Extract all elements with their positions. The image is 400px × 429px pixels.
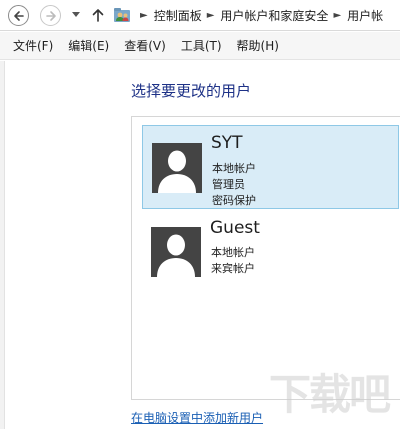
password-status: 密码保护 — [212, 194, 256, 207]
avatar — [151, 227, 201, 277]
menu-tools[interactable]: 工具(T) — [181, 37, 222, 54]
menu-help[interactable]: 帮助(H) — [237, 37, 279, 54]
breadcrumb-separator-icon[interactable]: ► — [140, 10, 148, 21]
breadcrumb-separator-icon[interactable]: ► — [207, 10, 215, 21]
arrow-right-icon — [45, 10, 56, 21]
menu-edit[interactable]: 编辑(E) — [68, 37, 109, 54]
breadcrumb-control-panel[interactable]: 控制面板 — [154, 7, 202, 24]
user-card-guest[interactable]: Guest 本地帐户 来宾帐户 — [142, 218, 399, 302]
page-title: 选择要更改的用户 — [131, 82, 252, 100]
address-bar: ► 控制面板 ► 用户帐户和家庭安全 ► 用户帐 — [0, 0, 400, 31]
breadcrumb-separator-icon[interactable]: ► — [333, 10, 341, 21]
chevron-down-icon — [72, 12, 80, 17]
user-name: Guest — [210, 218, 260, 238]
avatar — [152, 143, 202, 193]
breadcrumb-user-accounts[interactable]: 用户帐 — [347, 7, 383, 24]
arrow-up-icon — [92, 9, 104, 22]
left-pane-edge — [0, 61, 5, 429]
forward-button[interactable] — [40, 5, 61, 26]
account-role: 管理员 — [212, 178, 245, 191]
account-type: 本地帐户 — [212, 162, 256, 175]
user-silhouette-icon — [152, 143, 202, 193]
user-card-syt[interactable]: SYT 本地帐户 管理员 密码保护 — [142, 125, 399, 209]
menu-view[interactable]: 查看(V) — [124, 37, 166, 54]
users-folder-icon — [114, 8, 130, 22]
up-button[interactable] — [91, 6, 105, 24]
watermark-logo: 下载吧 — [258, 358, 400, 424]
arrow-left-icon — [13, 10, 24, 21]
user-silhouette-icon — [151, 227, 201, 277]
breadcrumb: ► 控制面板 ► 用户帐户和家庭安全 ► 用户帐 — [113, 3, 400, 27]
account-type: 本地帐户 — [211, 246, 255, 259]
breadcrumb-user-accounts-family-safety[interactable]: 用户帐户和家庭安全 — [220, 7, 328, 24]
watermark-text: 下载吧 — [268, 369, 391, 419]
user-name: SYT — [211, 133, 243, 153]
add-new-user-link[interactable]: 在电脑设置中添加新用户 — [131, 409, 263, 426]
menu-bar: 文件(F) 编辑(E) 查看(V) 工具(T) 帮助(H) — [0, 32, 400, 60]
back-button[interactable] — [8, 5, 29, 26]
account-role: 来宾帐户 — [211, 262, 255, 275]
menu-file[interactable]: 文件(F) — [13, 37, 53, 54]
recent-locations-button[interactable] — [71, 8, 81, 22]
